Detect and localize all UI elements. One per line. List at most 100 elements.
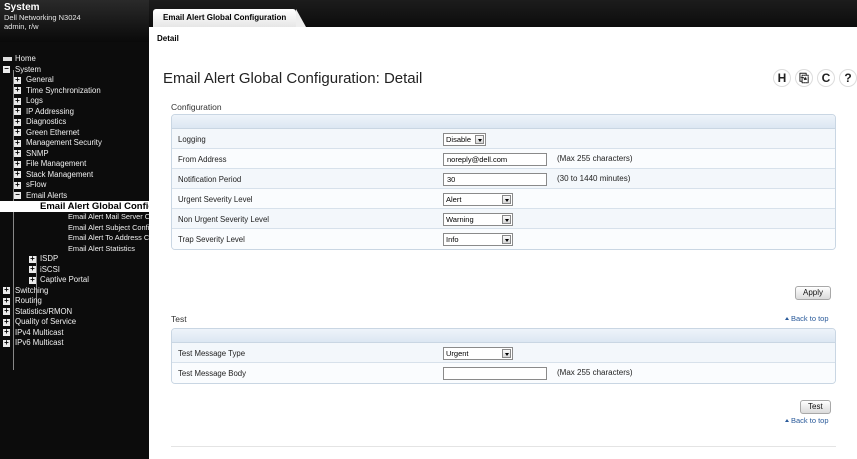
tree-item-email-alert-mail-server[interactable]: Email Alert Mail Server Configuration — [0, 212, 149, 223]
configuration-panel: Logging Disable From Address noreply@del… — [171, 114, 836, 250]
expand-icon[interactable]: + — [14, 107, 21, 115]
from-address-hint: (Max 255 characters) — [557, 154, 633, 163]
chevron-down-icon — [502, 349, 511, 358]
tree-item-logs[interactable]: + Logs — [0, 96, 149, 107]
tree-item-snmp[interactable]: + SNMP — [0, 149, 149, 160]
expand-icon[interactable]: + — [14, 128, 21, 136]
tree-label: Email Alert To Address Configuration — [68, 233, 149, 242]
tree-label: Email Alert Statistics — [68, 243, 135, 253]
back-to-top-link-2[interactable]: Back to top — [785, 416, 829, 425]
tree-label: Email Alert Mail Server Configuration — [68, 212, 149, 221]
tree-item-statistics-rmon[interactable]: + Statistics/RMON — [0, 307, 149, 318]
expand-icon[interactable]: + — [29, 265, 36, 273]
tree-item-email-alert-statistics[interactable]: Email Alert Statistics — [0, 244, 149, 255]
tree-item-email-alerts[interactable]: − Email Alerts — [0, 191, 149, 202]
expand-icon[interactable]: + — [14, 170, 21, 178]
expand-icon[interactable]: + — [3, 296, 10, 305]
tree-item-diagnostics[interactable]: + Diagnostics — [0, 117, 149, 128]
tree-item-isdp[interactable]: + ISDP — [0, 254, 149, 265]
expand-icon[interactable]: + — [3, 307, 10, 315]
urgent-severity-select[interactable]: Alert — [443, 193, 513, 206]
tree-item-sflow[interactable]: + sFlow — [0, 180, 149, 191]
tree-item-ip-addressing[interactable]: + IP Addressing — [0, 107, 149, 118]
tree-label: File Management — [26, 159, 87, 168]
tree-label: Logs — [26, 96, 43, 105]
row-trap-severity: Trap Severity Level Info — [172, 229, 835, 249]
tab-email-alert-global[interactable]: Email Alert Global Configuration — [153, 9, 307, 27]
tree-item-stack-mgmt[interactable]: + Stack Management — [0, 170, 149, 181]
tree-item-green-ethernet[interactable]: + Green Ethernet — [0, 128, 149, 139]
tree-item-ipv6-multicast[interactable]: + IPv6 Multicast — [0, 338, 149, 349]
system-title: System — [4, 2, 40, 13]
tree-item-ipv4-multicast[interactable]: + IPv4 Multicast — [0, 328, 149, 339]
tree-label: IP Addressing — [26, 106, 74, 116]
expand-icon[interactable]: + — [14, 159, 21, 168]
help-icon[interactable]: ? — [839, 69, 857, 87]
print-icon[interactable]: ⎘ — [795, 69, 813, 87]
expand-icon[interactable]: + — [14, 86, 21, 94]
tree-item-qos[interactable]: + Quality of Service — [0, 317, 149, 328]
tree-item-email-alert-to-address[interactable]: Email Alert To Address Configuration — [0, 233, 149, 244]
tree-label: ISDP — [40, 254, 59, 263]
tree-item-time-sync[interactable]: + Time Synchronization — [0, 86, 149, 97]
tree-item-file-mgmt[interactable]: + File Management — [0, 159, 149, 170]
tree-item-iscsi[interactable]: + iSCSI — [0, 265, 149, 276]
refresh-icon[interactable]: C — [817, 69, 835, 87]
label-logging: Logging — [178, 135, 206, 144]
expand-icon[interactable]: + — [14, 75, 21, 84]
row-test-message-type: Test Message Type Urgent — [172, 343, 835, 363]
sub-tab-bar: Detail — [149, 27, 857, 48]
row-urgent-severity: Urgent Severity Level Alert — [172, 189, 835, 209]
label-non-urgent-severity: Non Urgent Severity Level — [178, 215, 270, 224]
expand-icon[interactable]: + — [14, 117, 21, 126]
trap-severity-value: Info — [446, 235, 459, 244]
notification-period-field[interactable]: 30 — [443, 173, 547, 186]
page-title: Email Alert Global Configuration: Detail — [163, 70, 423, 87]
test-message-body-field[interactable] — [443, 367, 547, 380]
home-icon — [3, 57, 12, 61]
expand-icon[interactable]: + — [29, 254, 36, 263]
row-test-message-body: Test Message Body (Max 255 characters) — [172, 363, 835, 383]
row-notification-period: Notification Period 30 (30 to 1440 minut… — [172, 169, 835, 189]
tree-item-routing[interactable]: + Routing — [0, 296, 149, 307]
non-urgent-severity-select[interactable]: Warning — [443, 213, 513, 226]
tree-item-home[interactable]: Home — [0, 54, 149, 65]
tree-item-general[interactable]: + General — [0, 75, 149, 86]
back-to-top-link[interactable]: Back to top — [785, 314, 829, 323]
apply-button[interactable]: Apply — [795, 286, 832, 300]
expand-icon[interactable]: + — [3, 328, 10, 336]
sub-tab-detail[interactable]: Detail — [157, 34, 179, 43]
non-urgent-severity-value: Warning — [446, 215, 474, 224]
logging-value: Disable — [446, 135, 472, 144]
trap-severity-select[interactable]: Info — [443, 233, 513, 246]
test-button[interactable]: Test — [800, 400, 831, 414]
expand-icon[interactable]: + — [14, 180, 21, 189]
arrow-up-icon — [785, 419, 789, 422]
help-h-icon[interactable]: H — [773, 69, 791, 87]
label-test-message-type: Test Message Type — [178, 349, 246, 358]
test-message-type-select[interactable]: Urgent — [443, 347, 513, 360]
collapse-icon[interactable]: − — [14, 191, 21, 199]
expand-icon[interactable]: + — [14, 96, 21, 105]
tree-item-system[interactable]: − System — [0, 65, 149, 76]
expand-icon[interactable]: + — [3, 286, 10, 294]
expand-icon[interactable]: + — [3, 317, 10, 326]
collapse-icon[interactable]: − — [3, 65, 10, 73]
expand-icon[interactable]: + — [3, 338, 10, 347]
tree-item-mgmt-security[interactable]: + Management Security — [0, 138, 149, 149]
chevron-down-icon — [502, 215, 511, 224]
tree-label: Diagnostics — [26, 117, 67, 126]
tree-item-email-alert-global[interactable]: Email Alert Global Configuration — [0, 201, 149, 212]
tree-item-switching[interactable]: + Switching — [0, 286, 149, 297]
row-logging: Logging Disable — [172, 129, 835, 149]
expand-icon[interactable]: + — [14, 149, 21, 157]
tree-label: Email Alert Global Configuration — [40, 201, 149, 212]
back-to-top-label: Back to top — [791, 416, 829, 425]
tree-item-captive-portal[interactable]: + Captive Portal — [0, 275, 149, 286]
tree-item-email-alert-subject[interactable]: Email Alert Subject Configuration — [0, 223, 149, 234]
expand-icon[interactable]: + — [29, 275, 36, 284]
from-address-field[interactable]: noreply@dell.com — [443, 153, 547, 166]
panel-header — [172, 329, 835, 343]
expand-icon[interactable]: + — [14, 138, 21, 147]
logging-select[interactable]: Disable — [443, 133, 486, 146]
